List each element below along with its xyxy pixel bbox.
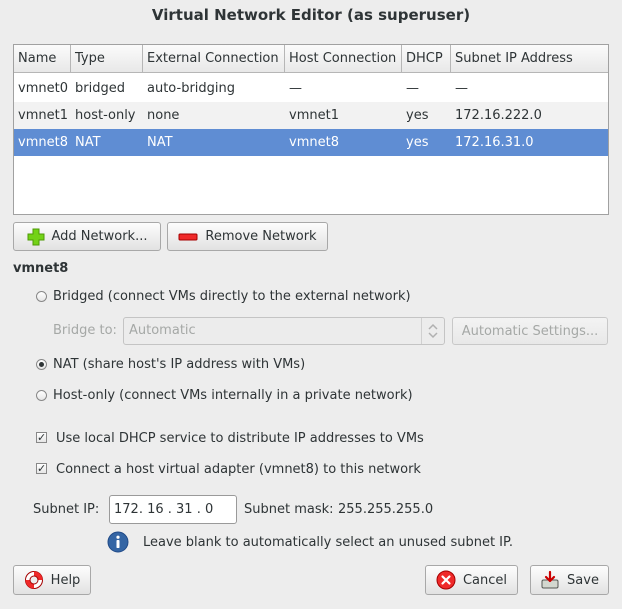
column-header-host-connection[interactable]: Host Connection	[285, 45, 402, 73]
table-header: Name Type External Connection Host Conne…	[14, 45, 608, 74]
plus-icon	[27, 228, 45, 246]
bridged-radio[interactable]	[36, 291, 47, 302]
bridge-to-select[interactable]: Automatic	[123, 317, 445, 345]
column-header-dhcp[interactable]: DHCP	[402, 45, 451, 73]
dialog-title: Virtual Network Editor (as superuser)	[151, 6, 471, 24]
cell-type: bridged	[75, 81, 125, 96]
column-header-external-connection[interactable]: External Connection	[143, 45, 285, 73]
cell-dhcp: yes	[406, 135, 429, 150]
cell-name: vmnet0	[18, 81, 68, 96]
network-table[interactable]: Name Type External Connection Host Conne…	[13, 44, 609, 215]
cell-external-connection: auto-bridging	[147, 81, 236, 96]
subnet-hint: Leave blank to automatically select an u…	[143, 535, 513, 550]
column-header-type[interactable]: Type	[71, 45, 143, 73]
cell-external-connection: NAT	[147, 135, 173, 150]
cancel-button[interactable]: Cancel	[425, 565, 518, 595]
cell-name: vmnet1	[18, 108, 68, 123]
cell-subnet-ip: —	[455, 81, 468, 96]
remove-network-button[interactable]: Remove Network	[167, 222, 328, 251]
bridge-to-label: Bridge to:	[53, 323, 117, 338]
host-adapter-checkbox[interactable]: ✓	[36, 463, 47, 474]
nat-radio[interactable]	[36, 359, 47, 370]
section-title: vmnet8	[13, 261, 69, 276]
lifebuoy-icon	[24, 570, 44, 590]
cancel-label: Cancel	[462, 572, 508, 588]
cell-dhcp: —	[406, 81, 419, 96]
help-button[interactable]: Help	[13, 565, 91, 595]
column-header-name[interactable]: Name	[14, 45, 71, 73]
save-label: Save	[567, 572, 599, 588]
host-only-label[interactable]: Host-only (connect VMs internally in a p…	[53, 388, 413, 403]
info-icon	[107, 531, 129, 557]
table-row[interactable]: vmnet0 bridged auto-bridging — — —	[14, 75, 608, 102]
automatic-settings-label: Automatic Settings...	[461, 323, 599, 339]
save-button[interactable]: Save	[530, 565, 609, 595]
subnet-ip-label: Subnet IP:	[33, 502, 100, 517]
add-network-label: Add Network...	[51, 229, 148, 244]
chevron-updown-icon	[421, 318, 444, 344]
add-network-button[interactable]: Add Network...	[13, 222, 161, 251]
cell-subnet-ip: 172.16.31.0	[455, 135, 534, 150]
remove-network-label: Remove Network	[205, 229, 317, 244]
dhcp-label[interactable]: Use local DHCP service to distribute IP …	[56, 431, 424, 446]
bridge-to-value: Automatic	[129, 323, 196, 338]
table-row[interactable]: vmnet1 host-only none vmnet1 yes 172.16.…	[14, 102, 608, 129]
cell-name: vmnet8	[18, 135, 68, 150]
cancel-icon	[436, 570, 456, 590]
cell-type: NAT	[75, 135, 101, 150]
subnet-mask-label: Subnet mask:	[244, 502, 334, 517]
minus-icon	[178, 232, 198, 242]
cell-host-connection: —	[289, 81, 302, 96]
bridged-label[interactable]: Bridged (connect VMs directly to the ext…	[53, 289, 411, 304]
table-row-selected[interactable]: vmnet8 NAT NAT vmnet8 yes 172.16.31.0	[14, 129, 608, 156]
cell-dhcp: yes	[406, 108, 429, 123]
subnet-mask-value: 255.255.255.0	[338, 502, 434, 517]
subnet-ip-input[interactable]: 172. 16 . 31 . 0	[109, 495, 237, 524]
help-label: Help	[50, 572, 81, 588]
cell-external-connection: none	[147, 108, 180, 123]
column-header-subnet-ip[interactable]: Subnet IP Address	[451, 45, 608, 73]
save-icon	[540, 570, 560, 590]
nat-label[interactable]: NAT (share host's IP address with VMs)	[53, 357, 305, 372]
host-only-radio[interactable]	[36, 390, 47, 401]
cell-host-connection: vmnet1	[289, 108, 339, 123]
cell-type: host-only	[75, 108, 136, 123]
cell-subnet-ip: 172.16.222.0	[455, 108, 542, 123]
dhcp-checkbox[interactable]: ✓	[36, 432, 47, 443]
cell-host-connection: vmnet8	[289, 135, 339, 150]
host-adapter-label[interactable]: Connect a host virtual adapter (vmnet8) …	[56, 462, 421, 477]
automatic-settings-button[interactable]: Automatic Settings...	[452, 317, 608, 345]
